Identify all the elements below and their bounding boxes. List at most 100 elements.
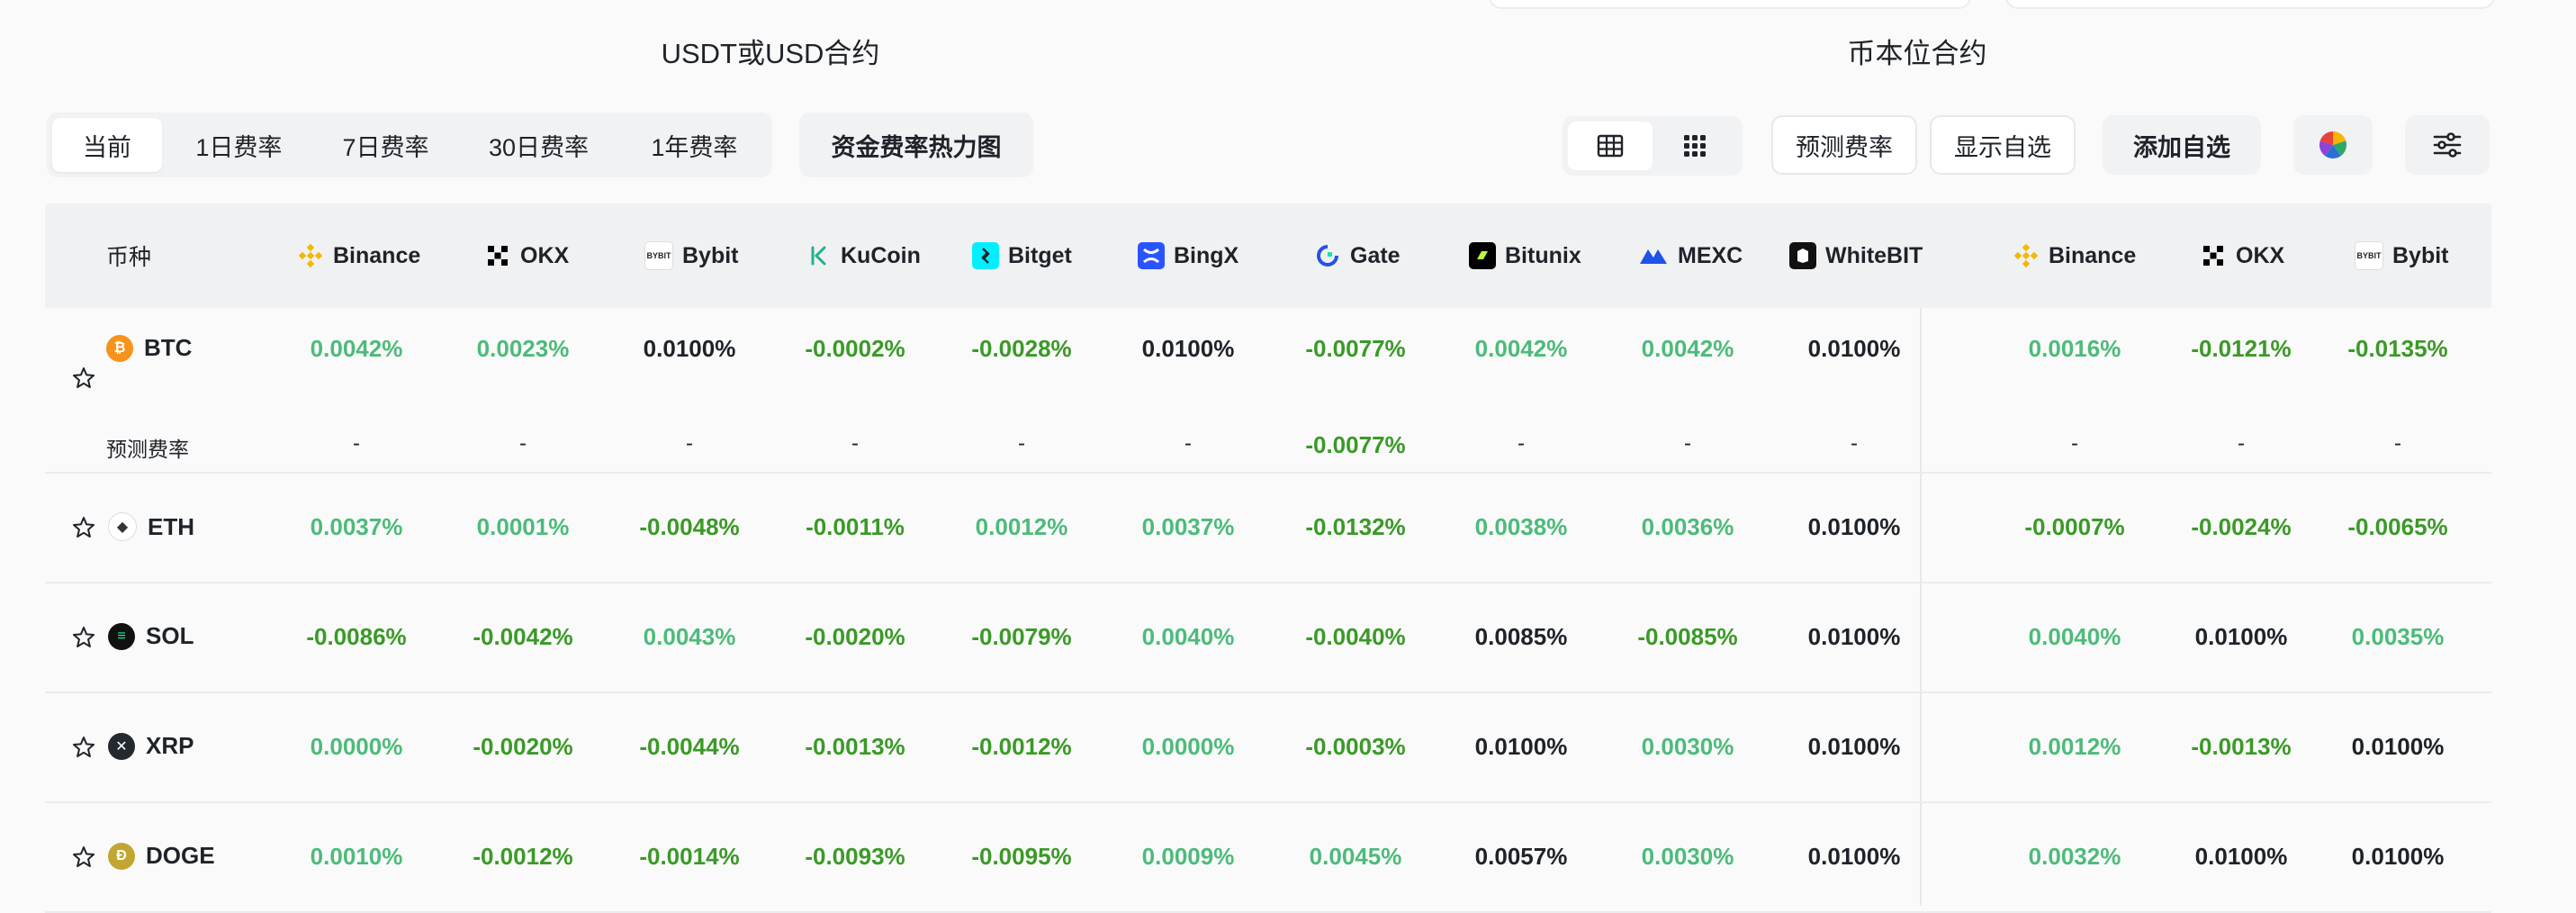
funding-rate-cell[interactable]: -0.0093% [774,843,936,871]
funding-rate-cell[interactable]: 0.0100% [2160,843,2322,871]
funding-rate-cell[interactable]: -0.0065% [2317,513,2479,541]
grid-view-button[interactable] [1653,122,1737,170]
funding-rate-cell[interactable]: 0.0012% [1994,733,2156,761]
funding-rate-cell[interactable]: 0.0100% [1773,843,1935,871]
header-gate[interactable]: Gate [1314,203,1401,308]
settings-button[interactable] [2405,115,2490,175]
symbol-doge[interactable]: Ð DOGE [108,842,215,870]
funding-rate-cell[interactable]: 0.0037% [275,513,437,541]
funding-rate-cell[interactable]: 0.0000% [275,733,437,761]
header-coin-okx[interactable]: OKX [2200,203,2284,308]
funding-rate-cell[interactable]: 0.0036% [1607,513,1769,541]
symbol-column-header[interactable]: 币种 [106,203,151,308]
favorite-star-icon[interactable] [72,516,95,539]
funding-rate-cell[interactable]: -0.0086% [275,623,437,651]
funding-rate-cell[interactable]: 0.0043% [608,623,770,651]
funding-rate-cell[interactable]: 0.0040% [1107,623,1269,651]
funding-rate-cell[interactable]: -0.0013% [2160,733,2322,761]
funding-rate-cell[interactable]: -0.0121% [2160,335,2322,363]
favorite-star-icon[interactable] [72,626,95,649]
header-coin-binance[interactable]: Binance [2013,203,2136,308]
funding-rate-cell[interactable]: 0.0009% [1107,843,1269,871]
funding-rate-cell[interactable]: 0.0040% [1994,623,2156,651]
funding-rate-cell[interactable]: 0.0085% [1440,623,1602,651]
funding-rate-cell[interactable]: -0.0002% [774,335,936,363]
header-kucoin[interactable]: KuCoin [805,203,921,308]
funding-rate-cell[interactable]: 0.0045% [1274,843,1437,871]
funding-rate-cell[interactable]: -0.0012% [442,843,604,871]
funding-rate-cell[interactable]: -0.0011% [774,513,936,541]
funding-rate-cell[interactable]: 0.0100% [1773,733,1935,761]
funding-rate-cell[interactable]: -0.0085% [1607,623,1769,651]
show-watchlist-button[interactable]: 显示自选 [1930,115,2076,175]
funding-rate-cell[interactable]: -0.0013% [774,733,936,761]
funding-rate-cell[interactable]: 0.0000% [1107,733,1269,761]
header-whitebit[interactable]: WhiteBIT [1789,203,1923,308]
symbol-eth[interactable]: ◆ ETH [108,512,194,541]
add-watchlist-button[interactable]: 添加自选 [2103,115,2261,175]
funding-rate-cell[interactable]: 0.0030% [1607,733,1769,761]
predict-rate-button[interactable]: 预测费率 [1771,115,1917,175]
funding-rate-cell[interactable]: 0.0100% [608,335,770,363]
funding-rate-cell[interactable]: 0.0100% [2317,843,2479,871]
funding-rate-cell[interactable]: 0.0010% [275,843,437,871]
funding-rate-cell[interactable]: 0.0100% [2160,623,2322,651]
tab-7d[interactable]: 7日费率 [316,118,455,172]
symbol-sol[interactable]: ≡ SOL [108,622,194,650]
tab-1y[interactable]: 1年费率 [622,118,767,172]
funding-rate-cell[interactable]: 0.0037% [1107,513,1269,541]
funding-rate-cell[interactable]: -0.0040% [1274,623,1437,651]
funding-rate-cell[interactable]: -0.0014% [608,843,770,871]
funding-rate-cell[interactable]: -0.0079% [941,623,1103,651]
funding-rate-cell[interactable]: 0.0100% [1440,733,1602,761]
funding-rate-cell[interactable]: -0.0028% [941,335,1103,363]
funding-rate-cell[interactable]: -0.0048% [608,513,770,541]
funding-rate-cell[interactable]: -0.0077% [1274,335,1437,363]
table-view-button[interactable] [1568,122,1653,170]
funding-rate-cell[interactable]: 0.0023% [442,335,604,363]
funding-rate-cell[interactable]: 0.0100% [1107,335,1269,363]
tab-1d[interactable]: 1日费率 [162,118,316,172]
funding-rate-cell[interactable]: -0.0020% [442,733,604,761]
funding-rate-cell[interactable]: -0.0042% [442,623,604,651]
funding-rate-cell[interactable]: -0.0012% [941,733,1103,761]
funding-rate-cell[interactable]: 0.0100% [1773,335,1935,363]
funding-rate-cell[interactable]: 0.0100% [1773,623,1935,651]
funding-rate-cell[interactable]: 0.0001% [442,513,604,541]
funding-rate-cell[interactable]: -0.0132% [1274,513,1437,541]
funding-rate-cell[interactable]: -0.0024% [2160,513,2322,541]
header-bitunix[interactable]: Bitunix [1469,203,1581,308]
funding-rate-cell[interactable]: 0.0030% [1607,843,1769,871]
header-bingx[interactable]: BingX [1138,203,1238,308]
funding-rate-cell[interactable]: -0.0003% [1274,733,1437,761]
symbol-xrp[interactable]: ✕ XRP [108,732,194,760]
heatmap-button[interactable]: 资金费率热力图 [799,113,1033,177]
funding-rate-cell[interactable]: -0.0044% [608,733,770,761]
funding-rate-cell[interactable]: 0.0012% [941,513,1103,541]
header-bybit[interactable]: BYBIT Bybit [644,203,739,308]
funding-rate-cell[interactable]: 0.0100% [1773,513,1935,541]
funding-rate-cell[interactable]: 0.0038% [1440,513,1602,541]
funding-rate-cell[interactable]: -0.0007% [1994,513,2156,541]
favorite-star-icon[interactable] [72,845,95,869]
symbol-btc[interactable]: ₿ BTC [106,334,192,362]
color-scheme-button[interactable] [2293,115,2373,175]
funding-rate-cell[interactable]: 0.0032% [1994,843,2156,871]
funding-rate-cell[interactable]: 0.0042% [275,335,437,363]
funding-rate-cell[interactable]: 0.0042% [1607,335,1769,363]
funding-rate-cell[interactable]: 0.0042% [1440,335,1602,363]
funding-rate-cell[interactable]: -0.0135% [2317,335,2479,363]
favorite-star-icon[interactable] [72,736,95,759]
tab-current[interactable]: 当前 [52,118,162,172]
funding-rate-cell[interactable]: -0.0020% [774,623,936,651]
header-mexc[interactable]: MEXC [1638,203,1743,308]
favorite-star-icon[interactable] [72,366,95,390]
funding-rate-cell[interactable]: 0.0100% [2317,733,2479,761]
tab-30d[interactable]: 30日费率 [455,118,622,172]
funding-rate-cell[interactable]: 0.0057% [1440,843,1602,871]
header-okx[interactable]: OKX [484,203,569,308]
header-binance[interactable]: Binance [297,203,420,308]
funding-rate-cell[interactable]: 0.0016% [1994,335,2156,363]
header-bitget[interactable]: Bitget [972,203,1072,308]
header-coin-bybit[interactable]: BYBIT Bybit [2355,203,2449,308]
